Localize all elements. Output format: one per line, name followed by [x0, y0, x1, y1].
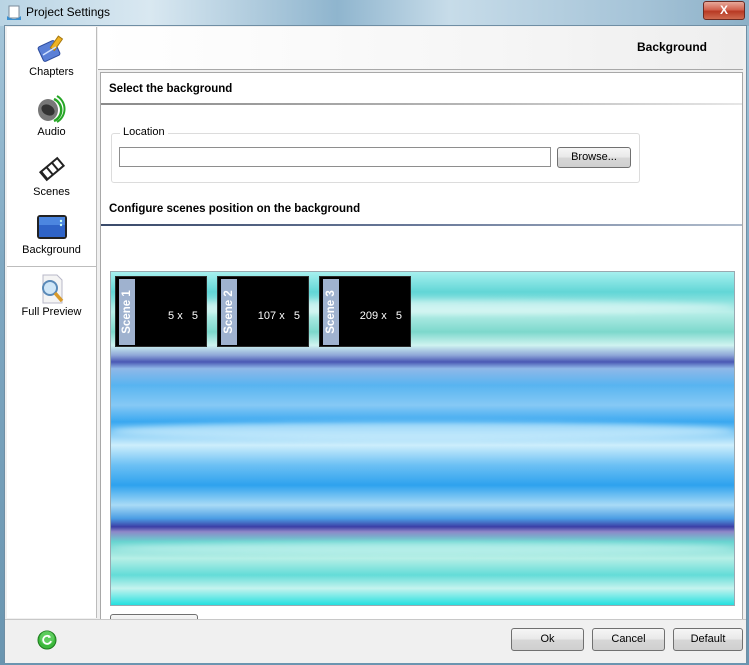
dialog-body: Chapters Audio Scenes Background Full Pr…	[4, 25, 747, 663]
sidebar-item-label: Scenes	[33, 186, 70, 198]
sidebar: Chapters Audio Scenes Background Full Pr…	[7, 27, 97, 618]
title-bar: Project Settings X	[0, 0, 749, 26]
scene-coordinates: 107 x 5	[257, 310, 300, 322]
page-header: Background	[98, 27, 743, 70]
sidebar-item-chapters[interactable]: Chapters	[7, 33, 96, 78]
sidebar-item-full-preview[interactable]: Full Preview	[7, 273, 96, 318]
background-screen-icon	[36, 215, 67, 239]
audio-speaker-icon	[37, 95, 66, 123]
location-label: Location	[120, 126, 168, 138]
background-wave	[111, 422, 734, 440]
cancel-button[interactable]: Cancel	[592, 628, 665, 651]
background-wave	[111, 542, 734, 554]
sidebar-item-background[interactable]: Background	[7, 211, 96, 256]
location-group: Location Browse...	[111, 126, 640, 183]
section-divider	[101, 103, 742, 105]
film-strip-icon	[38, 156, 65, 182]
ok-button[interactable]: Ok	[511, 628, 584, 651]
window-title: Project Settings	[26, 5, 111, 19]
dialog-footer: Ok Cancel Default	[5, 619, 746, 663]
scene-tab: Scene 2	[221, 279, 237, 345]
background-preview-canvas[interactable]: Scene 1 5 x 5 Scene 2 107 x 5 Scene 3 20…	[110, 271, 735, 606]
browse-button[interactable]: Browse...	[557, 147, 631, 168]
section-divider	[101, 224, 742, 226]
location-input[interactable]	[119, 147, 551, 167]
default-button[interactable]: Default	[673, 628, 743, 651]
preview-magnifier-icon	[41, 274, 63, 304]
page-title: Background	[636, 40, 707, 54]
sidebar-item-label: Chapters	[29, 66, 74, 78]
sidebar-divider	[7, 266, 96, 267]
scene-block-2[interactable]: Scene 2 107 x 5	[217, 276, 309, 347]
sidebar-item-scenes[interactable]: Scenes	[7, 153, 96, 198]
scene-tab: Scene 3	[323, 279, 339, 345]
help-refresh-icon[interactable]	[37, 630, 57, 650]
configure-scenes-heading: Configure scenes position on the backgro…	[109, 203, 361, 215]
background-panel: Select the background Location Browse...…	[100, 72, 743, 637]
sidebar-item-label: Audio	[37, 126, 66, 138]
scene-coordinates: 5 x 5	[168, 310, 198, 322]
chapters-icon	[37, 35, 63, 62]
sidebar-item-label: Full Preview	[21, 306, 82, 318]
select-background-heading: Select the background	[109, 83, 233, 95]
sidebar-item-audio[interactable]: Audio	[7, 93, 96, 138]
scene-coordinates: 209 x 5	[359, 310, 402, 322]
close-button[interactable]: X	[703, 1, 745, 20]
project-settings-app-icon	[7, 5, 21, 20]
scene-block-3[interactable]: Scene 3 209 x 5	[319, 276, 411, 347]
sidebar-item-label: Background	[22, 244, 81, 256]
scene-tab: Scene 1	[119, 279, 135, 345]
scene-block-1[interactable]: Scene 1 5 x 5	[115, 276, 207, 347]
main-content: Background Select the background Locatio…	[98, 27, 743, 637]
